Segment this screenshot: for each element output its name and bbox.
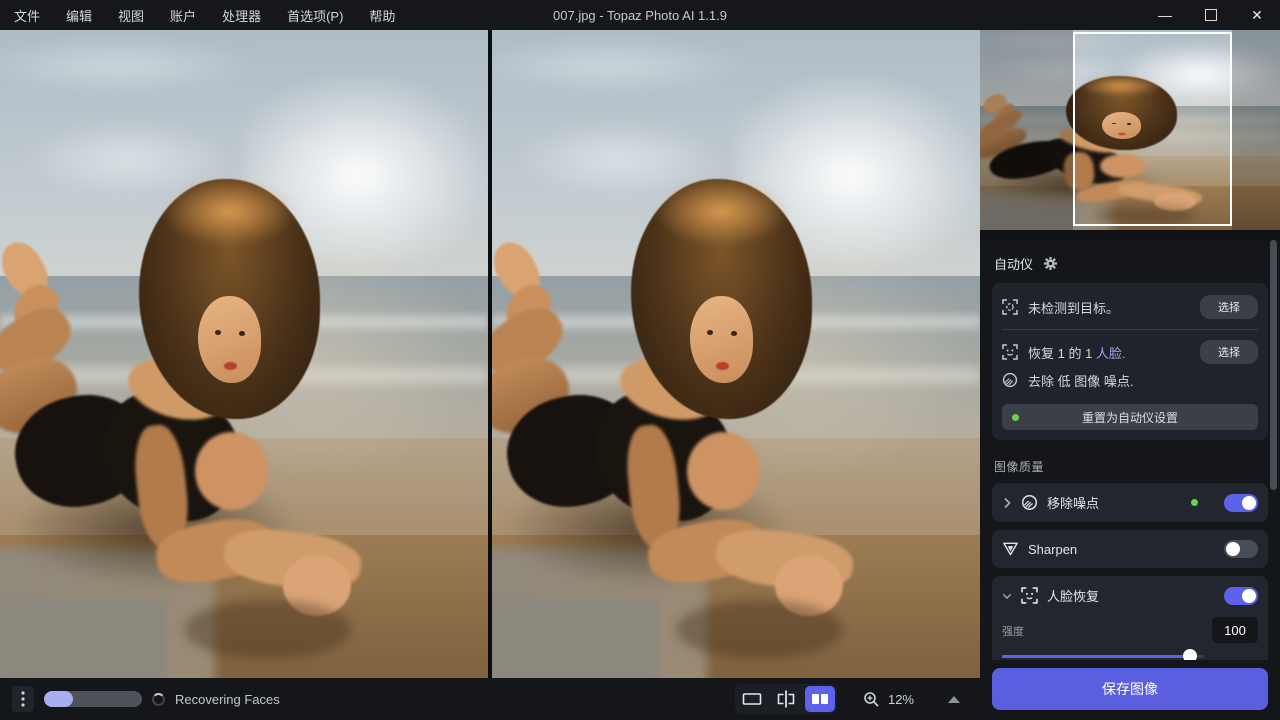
panel-denoise-label: 移除噪点: [1047, 493, 1182, 512]
autopilot-row-face: 恢复 1 的 1 人脸. 选择: [1002, 338, 1258, 366]
autopilot-title: 自动仪: [994, 254, 1033, 273]
face-recovery-icon: [1021, 587, 1038, 604]
autopilot-card: 未检测到目标。 选择 恢复 1 的 1 人脸. 选择: [992, 283, 1268, 440]
section-image-quality: 图像质量: [994, 458, 1266, 475]
side-by-side-view-icon: [811, 693, 829, 705]
more-options-button[interactable]: [12, 686, 34, 712]
subject-select-button[interactable]: 选择: [1200, 295, 1258, 319]
save-image-button[interactable]: 保存图像: [992, 668, 1268, 710]
slider-thumb[interactable]: [1183, 649, 1197, 660]
status-green-dot: [1012, 414, 1019, 421]
progress-fill: [44, 691, 73, 707]
menu-processor[interactable]: 处理器: [222, 6, 261, 25]
sharpen-icon: [1002, 541, 1019, 557]
autopilot-face-text: 恢复 1 的 1 人脸.: [1028, 343, 1190, 362]
zoom-control[interactable]: 12%: [863, 691, 960, 708]
processing-status: Recovering Faces: [175, 692, 280, 707]
panel-sharpen-header[interactable]: Sharpen: [992, 530, 1268, 568]
denoise-toggle[interactable]: [1224, 494, 1258, 512]
beach-photo: [0, 30, 488, 678]
menu-file[interactable]: 文件: [14, 6, 40, 25]
beach-photo: [492, 30, 980, 678]
denoise-icon: [1021, 494, 1038, 511]
strength-value-box[interactable]: 100: [1212, 617, 1258, 643]
progress-bar: [44, 691, 142, 707]
panel-denoise: 移除噪点: [992, 483, 1268, 522]
right-sidebar: 自动仪: [980, 30, 1280, 720]
navigator-shade-right: [1232, 30, 1280, 230]
sharpen-toggle[interactable]: [1224, 540, 1258, 558]
navigator-shade-left: [980, 30, 1073, 230]
vertical-dots-icon: [21, 691, 25, 707]
maximize-button[interactable]: [1188, 0, 1234, 30]
menu-preferences[interactable]: 首选项(P): [287, 6, 343, 25]
face-detect-icon: [1002, 344, 1018, 360]
sidebar-scrollbar[interactable]: [1270, 240, 1277, 490]
reset-autopilot-button[interactable]: 重置为自动仪设置: [1002, 404, 1258, 430]
panel-face-recovery-label: 人脸恢复: [1047, 586, 1215, 605]
minimize-icon: —: [1158, 7, 1172, 23]
split-view-icon: [776, 690, 796, 708]
view-mode-switcher: [735, 684, 837, 714]
gear-icon[interactable]: [1043, 256, 1058, 271]
autopilot-subject-text: 未检测到目标。: [1028, 298, 1190, 317]
autopilot-row-subject: 未检测到目标。 选择: [1002, 293, 1258, 321]
denoise-icon: [1002, 372, 1018, 388]
menubar: 文件 编辑 视图 账户 处理器 首选项(P) 帮助: [0, 6, 395, 25]
autopilot-noise-text: 去除 低 图像 噪点.: [1028, 371, 1258, 390]
titlebar: 007.jpg - Topaz Photo AI 1.1.9 文件 编辑 视图 …: [0, 0, 1280, 30]
close-icon: ✕: [1251, 7, 1263, 24]
subject-detect-icon: [1002, 299, 1018, 315]
maximize-icon: [1205, 9, 1217, 21]
minimize-button[interactable]: —: [1142, 0, 1188, 30]
view-side-by-side-button[interactable]: [805, 686, 835, 712]
view-single-button[interactable]: [737, 686, 767, 712]
close-button[interactable]: ✕: [1234, 0, 1280, 30]
window-controls: — ✕: [1142, 0, 1280, 30]
autopilot-divider: [1002, 329, 1258, 330]
view-split-button[interactable]: [771, 686, 801, 712]
panel-sharpen: Sharpen: [992, 530, 1268, 568]
photo-after[interactable]: [492, 30, 980, 678]
face-select-button[interactable]: 选择: [1200, 340, 1258, 364]
spinner-icon: [152, 693, 165, 706]
panel-sharpen-label: Sharpen: [1028, 542, 1215, 557]
image-canvas: [0, 30, 980, 678]
autopilot-header: 自动仪: [994, 254, 1266, 273]
denoise-auto-dot: [1191, 499, 1198, 506]
zoom-dropdown-caret-icon[interactable]: [948, 696, 960, 703]
photo-before[interactable]: [0, 30, 488, 678]
panel-face-recovery: 人脸恢复 强度 100 1人脸选择 选择: [992, 576, 1268, 660]
slider-fill: [1002, 655, 1190, 658]
panel-denoise-header[interactable]: 移除噪点: [992, 483, 1268, 522]
menu-edit[interactable]: 编辑: [66, 6, 92, 25]
panel-face-recovery-header[interactable]: 人脸恢复: [992, 576, 1268, 615]
strength-label: 强度: [1002, 623, 1024, 639]
zoom-in-icon: [863, 691, 880, 708]
strength-slider[interactable]: [1002, 649, 1204, 660]
menu-account[interactable]: 账户: [170, 6, 196, 25]
navigator-thumbnail[interactable]: [980, 30, 1280, 230]
chevron-right-icon[interactable]: [1002, 497, 1012, 509]
autopilot-row-noise: 去除 低 图像 噪点.: [1002, 366, 1258, 394]
face-recovery-body: 强度 100 1人脸选择 选择: [992, 615, 1268, 660]
save-area: 保存图像: [980, 660, 1280, 720]
menu-help[interactable]: 帮助: [369, 6, 395, 25]
navigator-gap: [980, 230, 1280, 240]
sidebar-scroll-area: 自动仪: [980, 240, 1280, 660]
status-bar: Recovering Faces: [0, 678, 980, 720]
face-recovery-toggle[interactable]: [1224, 587, 1258, 605]
face-count-accent: 人脸.: [1096, 346, 1126, 361]
single-view-icon: [742, 692, 762, 706]
navigator-viewport-rect[interactable]: [1073, 32, 1232, 226]
chevron-down-icon[interactable]: [1002, 592, 1012, 600]
menu-view[interactable]: 视图: [118, 6, 144, 25]
zoom-level[interactable]: 12%: [888, 692, 914, 707]
